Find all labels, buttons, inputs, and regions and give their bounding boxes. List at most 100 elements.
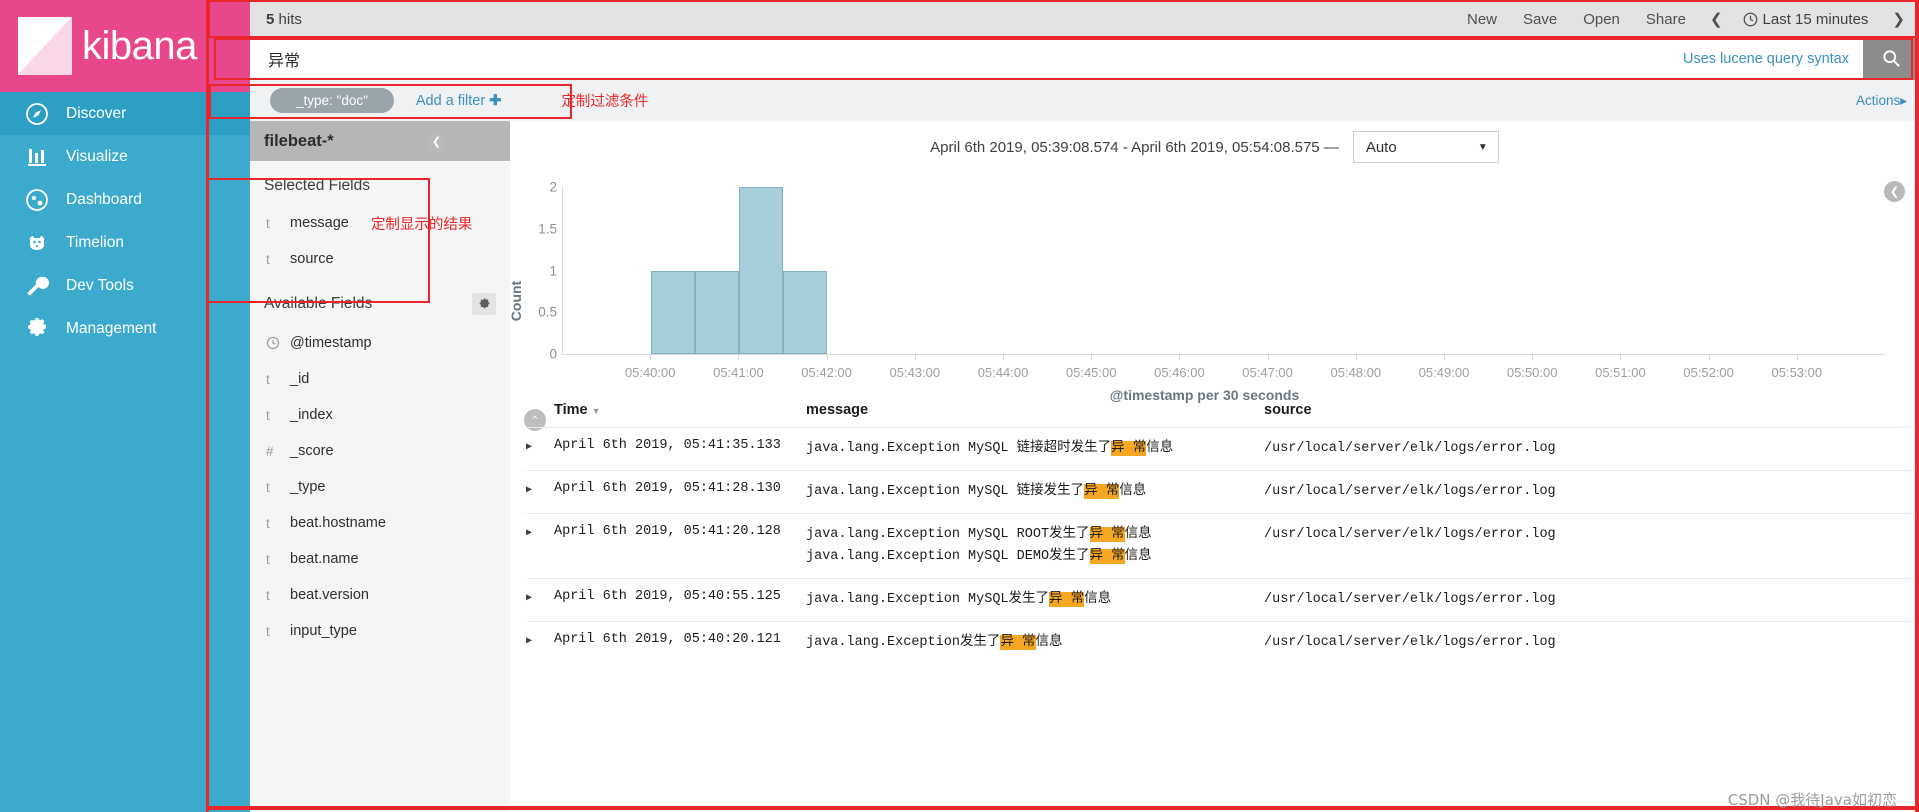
field-item-type[interactable]: t _type bbox=[250, 469, 510, 505]
cell-time: April 6th 2019, 05:41:20.128 bbox=[554, 524, 781, 539]
plus-icon: ✚ bbox=[489, 92, 502, 109]
time-range-picker[interactable]: Last 15 minutes bbox=[1743, 11, 1868, 28]
field-item-beat-hostname[interactable]: t beat.hostname bbox=[250, 505, 510, 541]
kibana-discover-app: kibana Discover Visualize Dashboard Time bbox=[0, 0, 1919, 812]
caret-right-icon[interactable]: ▶ bbox=[526, 632, 554, 654]
field-item-score[interactable]: # _score bbox=[250, 433, 510, 469]
cell-message: java.lang.Exception MySQL 链接发生了异 常信息 bbox=[806, 481, 1264, 503]
x-tick-mark bbox=[1620, 355, 1622, 360]
message-text: java.lang.Exception MySQL 链接超时发生了 bbox=[806, 441, 1112, 456]
collapse-left-icon[interactable]: ❮ bbox=[1884, 181, 1905, 202]
save-button[interactable]: Save bbox=[1523, 11, 1557, 28]
field-item-beat-version[interactable]: t beat.version bbox=[250, 577, 510, 613]
filter-pill-type[interactable]: _type: "doc" bbox=[270, 88, 394, 113]
cell-time: April 6th 2019, 05:41:35.133 bbox=[554, 438, 781, 453]
hits-label: hits bbox=[278, 10, 302, 28]
wrench-icon bbox=[22, 273, 52, 299]
sidebar-item-dashboard[interactable]: Dashboard bbox=[0, 178, 250, 221]
query-bar: Uses lucene query syntax bbox=[250, 38, 1919, 80]
sidebar-item-management[interactable]: Management bbox=[0, 307, 250, 350]
field-name: _type bbox=[290, 479, 326, 495]
table-row[interactable]: ▶ April 6th 2019, 05:41:35.133 java.lang.E… bbox=[526, 427, 1919, 470]
lucene-syntax-note[interactable]: Uses lucene query syntax bbox=[1683, 51, 1863, 67]
chart-bar[interactable] bbox=[739, 187, 784, 354]
field-item-id[interactable]: t _id bbox=[250, 361, 510, 397]
kibana-logo[interactable]: kibana bbox=[0, 0, 250, 92]
sidebar-item-label: Visualize bbox=[66, 147, 128, 165]
x-tick-mark bbox=[1267, 355, 1269, 360]
timelion-icon bbox=[22, 230, 52, 256]
chart-y-axis-label: Count bbox=[508, 280, 524, 322]
table-row[interactable]: ▶ April 6th 2019, 05:40:55.125 java.lang.E… bbox=[526, 578, 1919, 621]
x-tick-label: 05:45:00 bbox=[1065, 365, 1117, 380]
sidebar-item-dev-tools[interactable]: Dev Tools bbox=[0, 264, 250, 307]
add-filter-button[interactable]: Add a filter ✚ bbox=[416, 93, 502, 109]
field-name: beat.hostname bbox=[290, 515, 386, 531]
message-text: 信息 bbox=[1119, 484, 1147, 499]
field-item-input-type[interactable]: t input_type bbox=[250, 613, 510, 649]
interval-value: Auto bbox=[1365, 138, 1397, 156]
y-tick-label: 0.5 bbox=[538, 304, 557, 320]
x-tick-label: 05:52:00 bbox=[1683, 365, 1734, 380]
caret-down-icon[interactable]: ▼ bbox=[592, 406, 601, 416]
field-type-icon: t bbox=[266, 371, 270, 387]
actions-label: Actions bbox=[1855, 92, 1901, 108]
interval-select[interactable]: Auto ▼ bbox=[1352, 131, 1499, 163]
column-header-source[interactable]: source bbox=[1264, 402, 1919, 418]
chevron-left-icon[interactable]: ❮ bbox=[1710, 10, 1723, 28]
index-pattern-selector[interactable]: filebeat-* bbox=[250, 121, 510, 161]
doc-table-header: Time ▼ message source bbox=[526, 393, 1919, 427]
brand-name: kibana bbox=[82, 23, 197, 68]
caret-right-icon[interactable]: ▶ bbox=[526, 438, 554, 460]
y-tick-label: 1.5 bbox=[538, 221, 557, 237]
actions-menu[interactable]: Actions▸ bbox=[1856, 93, 1907, 109]
field-item-message[interactable]: t message 定制显示的结果 bbox=[250, 205, 510, 241]
sidebar-item-timelion[interactable]: Timelion bbox=[0, 221, 250, 264]
field-item-beat-name[interactable]: t beat.name bbox=[250, 541, 510, 577]
x-tick-mark bbox=[1444, 355, 1445, 360]
caret-right-icon[interactable]: ▶ bbox=[526, 524, 554, 568]
open-button[interactable]: Open bbox=[1583, 11, 1620, 28]
field-type-icon: t bbox=[266, 623, 270, 639]
caret-right-icon[interactable]: ▶ bbox=[526, 481, 554, 503]
search-button[interactable] bbox=[1863, 38, 1919, 80]
column-header-message[interactable]: message bbox=[806, 402, 1264, 418]
gear-icon bbox=[22, 316, 52, 342]
collapse-left-icon[interactable]: ❮ bbox=[426, 131, 447, 152]
field-name: _id bbox=[290, 371, 310, 387]
chart-bar[interactable] bbox=[695, 270, 740, 354]
field-item-index[interactable]: t _index bbox=[250, 397, 510, 433]
column-header-time[interactable]: Time ▼ bbox=[554, 402, 806, 418]
bar-chart-icon bbox=[22, 144, 52, 170]
search-input[interactable] bbox=[250, 38, 1683, 80]
share-button[interactable]: Share bbox=[1646, 11, 1686, 28]
selected-fields-title: Selected Fields bbox=[264, 177, 370, 194]
cell-message: java.lang.Exception MySQL ROOT发生了异 常信息 ja… bbox=[806, 524, 1264, 568]
message-line: java.lang.Exception MySQL 链接发生了异 常信息 bbox=[806, 481, 1264, 503]
table-row[interactable]: ▶ April 6th 2019, 05:40:20.121 java.lang.E… bbox=[526, 621, 1919, 664]
field-name: _index bbox=[290, 407, 333, 423]
field-type-icon: t bbox=[266, 251, 270, 267]
fields-panel: filebeat-* ❮ Selected Fields t message 定… bbox=[250, 121, 510, 812]
y-tick-label: 0 bbox=[549, 346, 557, 362]
sidebar-item-visualize[interactable]: Visualize bbox=[0, 135, 250, 178]
cell-source-wrap: /usr/local/server/elk/logs/error.log bbox=[1264, 481, 1919, 503]
chevron-right-icon[interactable]: ❯ bbox=[1892, 10, 1905, 28]
caret-right-icon[interactable]: ▶ bbox=[526, 589, 554, 611]
message-text: 信息 bbox=[1146, 441, 1174, 456]
table-row[interactable]: ▶ April 6th 2019, 05:41:28.130 java.lang.E… bbox=[526, 470, 1919, 513]
cell-source-wrap: /usr/local/server/elk/logs/error.log bbox=[1264, 589, 1919, 611]
search-icon bbox=[1881, 48, 1901, 71]
chart-bar[interactable] bbox=[783, 270, 828, 354]
hits-count: 5 bbox=[266, 10, 275, 28]
x-tick-label: 05:51:00 bbox=[1595, 365, 1646, 380]
gear-icon[interactable] bbox=[472, 293, 496, 315]
x-tick-label: 05:43:00 bbox=[889, 365, 941, 380]
chart-bar[interactable] bbox=[651, 270, 696, 354]
message-text: java.lang.Exception MySQL DEMO发生了 bbox=[806, 549, 1090, 564]
new-button[interactable]: New bbox=[1467, 11, 1497, 28]
table-row[interactable]: ▶ April 6th 2019, 05:41:20.128 java.lang.E… bbox=[526, 513, 1919, 578]
field-item-source[interactable]: t source bbox=[250, 241, 510, 277]
field-item-timestamp[interactable]: @timestamp bbox=[250, 325, 510, 361]
sidebar-item-discover[interactable]: Discover bbox=[0, 92, 250, 135]
